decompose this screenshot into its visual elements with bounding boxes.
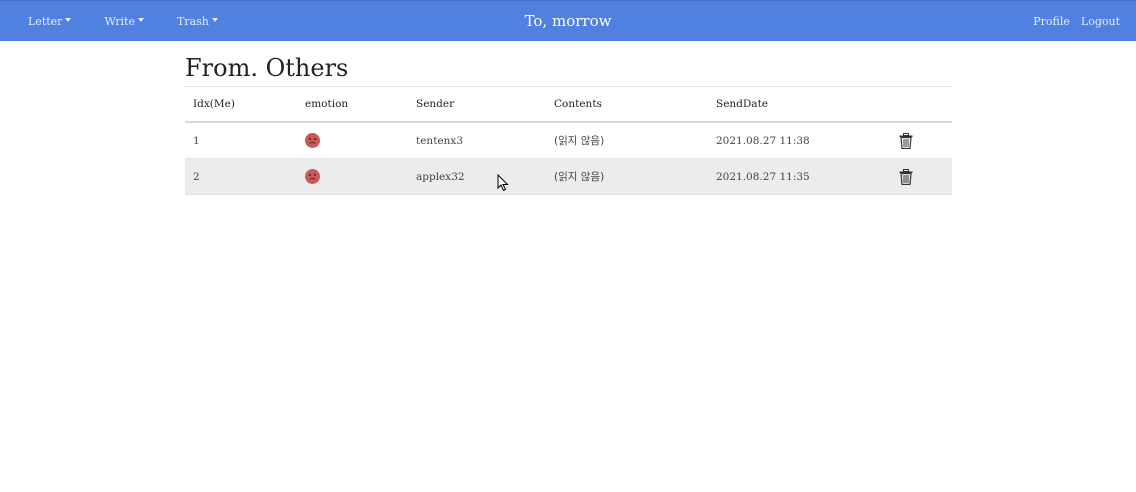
row-idx: 1 [185, 121, 297, 159]
row-senddate: 2021.08.27 11:38 [708, 121, 891, 159]
caret-down-icon [211, 17, 218, 22]
table-row[interactable]: 2 applex32 (읽지 않음) 2021.08.27 11:35 [185, 158, 952, 195]
header-contents: Contents [546, 86, 708, 123]
angry-face-icon [305, 169, 320, 184]
header-senddate: SendDate [708, 86, 891, 123]
row-idx: 2 [185, 158, 297, 195]
logout-link[interactable]: Logout [1081, 15, 1120, 28]
letters-table: Idx(Me) emotion Sender Contents SendDate… [185, 86, 952, 195]
nav-menu-group: Letter Write Trash [28, 1, 251, 42]
row-sender: applex32 [408, 158, 546, 195]
top-navbar: Letter Write Trash To, morrow Profile Lo… [0, 0, 1136, 41]
trash-dropdown-label: Trash [176, 15, 209, 28]
table-row[interactable]: 1 tentenx3 (읽지 않음) 2021.08.27 11:38 [185, 121, 952, 159]
page-title: From. Others [185, 54, 349, 82]
profile-link[interactable]: Profile [1033, 15, 1070, 28]
row-contents[interactable]: (읽지 않음) [546, 158, 708, 195]
header-idx: Idx(Me) [185, 86, 297, 123]
letter-dropdown-label: Letter [28, 15, 63, 28]
row-action [891, 158, 952, 195]
write-dropdown[interactable]: Write [104, 15, 144, 28]
table-header-row: Idx(Me) emotion Sender Contents SendDate [185, 86, 952, 123]
row-senddate: 2021.08.27 11:35 [708, 158, 891, 195]
row-contents-text[interactable]: (읽지 않음) [554, 135, 604, 147]
row-action [891, 121, 952, 159]
angry-face-icon [305, 133, 320, 148]
write-dropdown-label: Write [104, 15, 135, 28]
header-emotion: emotion [297, 86, 408, 123]
nav-right-group: Profile Logout [1022, 1, 1120, 42]
brand-title[interactable]: To, morrow [525, 12, 612, 30]
row-contents-text[interactable]: (읽지 않음) [554, 171, 604, 183]
row-contents[interactable]: (읽지 않음) [546, 121, 708, 159]
letter-dropdown[interactable]: Letter [28, 15, 72, 28]
caret-down-icon [65, 17, 72, 22]
header-action [891, 86, 952, 123]
trash-icon[interactable] [899, 132, 913, 149]
trash-icon[interactable] [899, 168, 913, 185]
trash-dropdown[interactable]: Trash [177, 15, 218, 28]
caret-down-icon [137, 17, 144, 22]
row-emotion [297, 158, 408, 195]
row-sender: tentenx3 [408, 121, 546, 159]
header-sender: Sender [408, 86, 546, 123]
row-emotion [297, 121, 408, 159]
